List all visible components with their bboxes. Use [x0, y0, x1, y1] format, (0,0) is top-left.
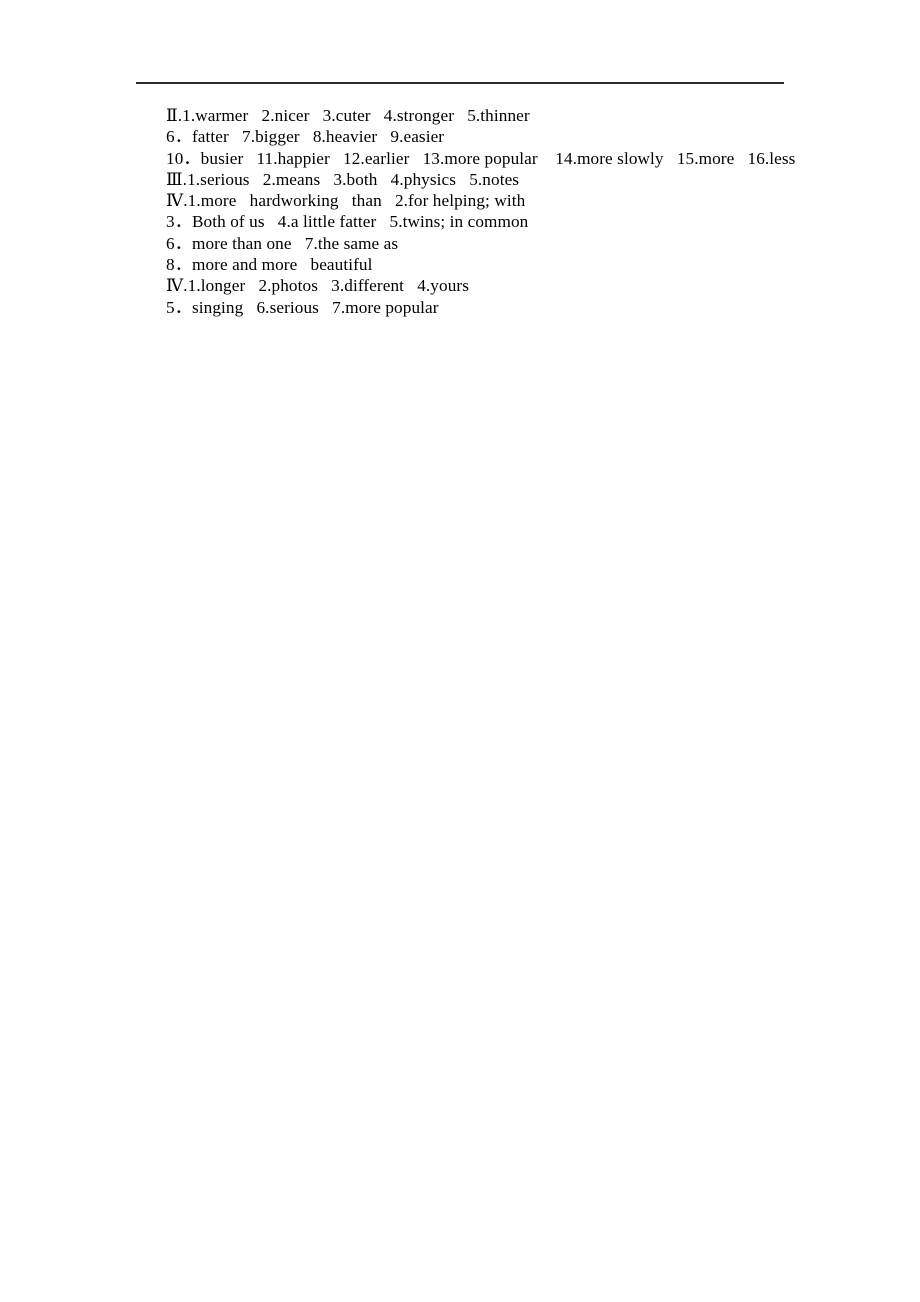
- header-divider-rule: [136, 82, 784, 84]
- answer-line: Ⅳ.1.more hardworking than 2.for helping;…: [166, 191, 526, 211]
- answer-line: Ⅳ.1.longer 2.photos 3.different 4.yours: [166, 276, 469, 296]
- answer-line: 10．busier 11.happier 12.earlier 13.more …: [166, 148, 796, 168]
- answer-key-block: Ⅱ.1.warmer 2.nicer 3.cuter 4.stronger 5.…: [166, 105, 866, 318]
- document-page: Ⅱ.1.warmer 2.nicer 3.cuter 4.stronger 5.…: [0, 0, 920, 1302]
- answer-line: 5．singing 6.serious 7.more popular: [166, 297, 439, 317]
- answer-line: 6．fatter 7.bigger 8.heavier 9.easier: [166, 127, 445, 147]
- answer-line: 3．Both of us 4.a little fatter 5.twins; …: [166, 212, 529, 232]
- answer-line: 6．more than one 7.the same as: [166, 233, 399, 253]
- answer-line: Ⅲ.1.serious 2.means 3.both 4.physics 5.n…: [166, 169, 520, 189]
- answer-line: 8．more and more beautiful: [166, 255, 373, 275]
- answer-line: Ⅱ.1.warmer 2.nicer 3.cuter 4.stronger 5.…: [166, 106, 530, 125]
